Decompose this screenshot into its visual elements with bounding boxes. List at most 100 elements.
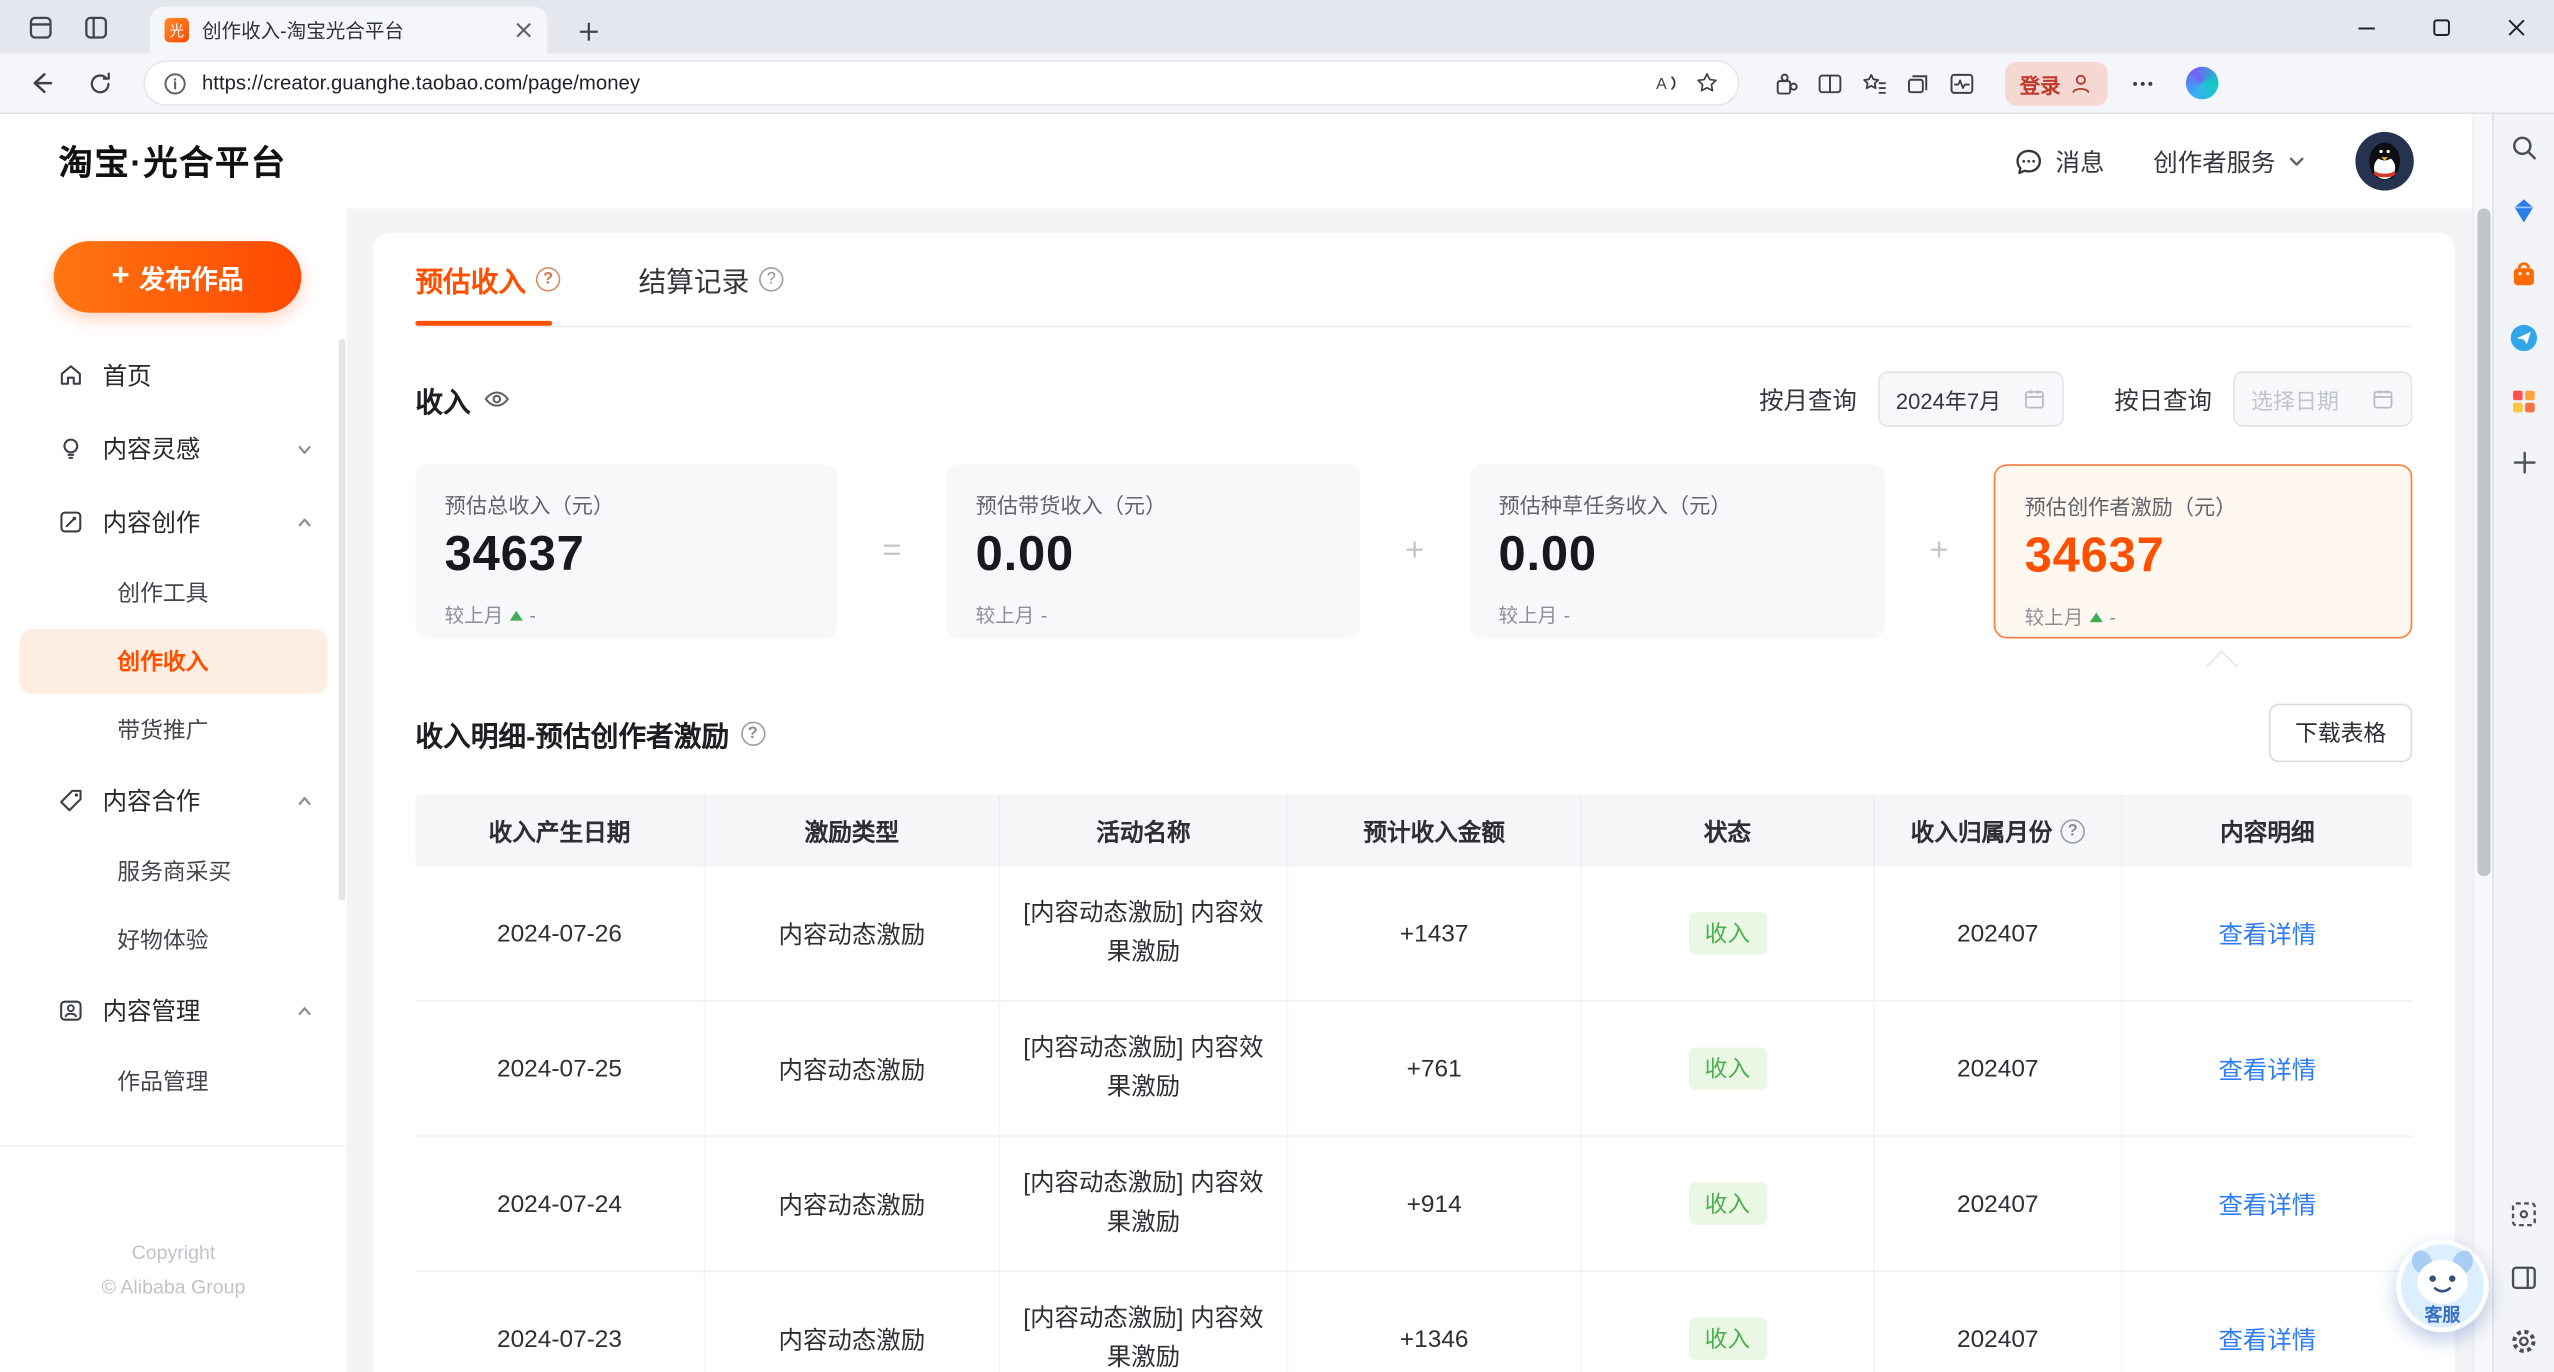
chevron-down-icon [298,445,311,454]
messages-button[interactable]: 消息 [2013,144,2104,178]
browser-tab[interactable]: 光 创作收入-淘宝光合平台 [149,6,548,54]
tag-icon [60,789,82,812]
sidebar-item-service-purchase[interactable]: 服务商采买 [0,837,347,905]
browser-window: 光 创作收入-淘宝光合平台 https://creator.guanghe.ta [0,0,2554,1372]
sidebar-item-content-management[interactable]: 内容管理 [0,974,347,1047]
login-label: 登录 [2019,74,2061,97]
help-icon[interactable] [535,267,561,292]
stat-card-creator-incentive[interactable]: 预估创作者激励（元） 34637 较上月 - [1993,464,2413,639]
up-arrow-icon [509,609,523,620]
view-details-link[interactable]: 查看详情 [2218,916,2316,950]
stat-card-total-income[interactable]: 预估总收入（元） 34637 较上月 - [415,464,838,639]
url-text: https://creator.guanghe.taobao.com/page/… [201,71,641,95]
screenshot-icon[interactable] [2508,1198,2539,1229]
sidebar-divider [0,1145,347,1147]
detail-section-title: 收入明细-预估创作者激励 [415,713,766,754]
back-icon[interactable] [16,62,65,104]
tab-estimated-income[interactable]: 预估收入 [415,233,561,326]
download-table-button[interactable]: 下载表格 [2268,703,2413,763]
sidebar-scrollbar[interactable] [338,338,346,901]
tab-title: 创作收入-淘宝光合平台 [201,19,404,43]
income-section-label: 收入 [415,379,511,420]
help-icon[interactable] [2060,818,2085,843]
settings-gear-icon[interactable] [2508,1325,2539,1356]
help-icon[interactable] [759,267,784,292]
apps-grid-icon[interactable] [2508,386,2539,417]
table-header-row: 收入产生日期 激励类型 活动名称 预计收入金额 状态 收入归属月份 内容明细 [415,794,2413,867]
copilot-icon[interactable] [2185,66,2219,100]
edit-icon [60,511,82,533]
split-screen-icon[interactable] [1816,69,1844,97]
col-header-content-detail: 内容明细 [2220,820,2315,847]
date-picker[interactable]: 选择日期 [2233,371,2413,427]
share-plane-icon[interactable] [2508,323,2539,354]
window-close-button[interactable] [2479,0,2554,54]
edge-sidebar [2492,114,2554,1372]
refresh-icon[interactable] [75,62,124,104]
sidebar-item-inspiration[interactable]: 内容灵感 [0,412,347,485]
split-view-icon[interactable] [2508,1262,2539,1293]
sidebar-item-commerce-promotion[interactable]: 带货推广 [0,696,347,764]
site-info-icon[interactable] [163,71,187,95]
help-icon[interactable] [740,720,766,746]
stat-cards-row: 预估总收入（元） 34637 较上月 - = 预估带货收入（元） 0.00 较上… [415,464,2413,683]
stat-card-commerce-income[interactable]: 预估带货收入（元） 0.00 较上月 - [946,464,1361,639]
status-badge: 收入 [1688,1182,1767,1225]
browser-essentials-icon[interactable] [1948,69,1976,97]
sidebar-item-works-management[interactable]: 作品管理 [0,1047,347,1115]
add-shortcut-icon[interactable] [2511,450,2537,476]
view-details-link[interactable]: 查看详情 [2218,1322,2316,1356]
window-minimize-button[interactable] [2329,0,2404,54]
tab-settlement-records[interactable]: 结算记录 [639,233,784,326]
read-aloud-icon[interactable]: A [1653,70,1679,96]
sidebar-item-content-creation[interactable]: 内容创作 [0,485,347,558]
vertical-tabs-icon[interactable] [72,6,121,48]
calendar-icon [2024,390,2044,409]
workspaces-icon[interactable] [16,6,65,48]
site-logo[interactable]: 淘宝·光合平台 [59,137,287,186]
month-picker[interactable]: 2024年7月 [1878,371,2064,427]
screenshot-stage: 光 创作收入-淘宝光合平台 https://creator.guanghe.ta [0,0,2554,1372]
page-scrollbar[interactable] [2472,114,2493,1372]
income-card: 预估收入 结算记录 收入 [373,232,2455,1372]
sidebar-item-creation-income[interactable]: 创作收入 [19,628,328,694]
favorite-star-icon[interactable] [1694,70,1720,96]
stat-card-seeding-task-income[interactable]: 预估种草任务收入（元） 0.00 较上月 - [1469,464,1885,639]
scrollbar-thumb[interactable] [2477,208,2491,877]
eye-icon[interactable] [482,384,511,413]
chevron-up-icon [298,796,311,805]
sidebar-item-content-cooperation[interactable]: 内容合作 [0,764,347,837]
sidebar-item-creation-tools[interactable]: 创作工具 [0,559,347,627]
search-icon[interactable] [2508,132,2539,163]
taobao-favorite-icon[interactable] [2508,259,2539,290]
more-menu-icon[interactable] [2118,62,2167,104]
address-bar[interactable]: https://creator.guanghe.taobao.com/page/… [143,60,1740,106]
sidebar-item-home[interactable]: 首页 [0,339,347,412]
shopping-icon[interactable] [2508,195,2539,226]
col-header-date: 收入产生日期 [415,794,706,867]
extensions-icon[interactable] [1772,69,1800,97]
avatar[interactable] [2355,131,2414,191]
site-favicon-icon: 光 [164,17,189,43]
main-content: 预估收入 结算记录 收入 [347,208,2473,1372]
view-details-link[interactable]: 查看详情 [2218,1187,2316,1221]
col-header-month: 收入归属月份 [1875,794,2123,867]
window-maximize-button[interactable] [2404,0,2479,54]
copyright-text: Copyright © Alibaba Group [101,1240,246,1298]
favorites-icon[interactable] [1860,69,1888,97]
creator-services-dropdown[interactable]: 创作者服务 [2153,144,2306,178]
publish-work-button[interactable]: 发布作品 [53,241,302,313]
tab-close-icon[interactable] [515,21,533,39]
chevron-up-icon [298,517,311,526]
collections-icon[interactable] [1904,69,1932,97]
sidebar-item-product-trial[interactable]: 好物体验 [0,906,347,974]
new-tab-button[interactable] [564,10,613,52]
profile-icon [2072,73,2090,93]
customer-service-widget[interactable]: 客服 [2396,1240,2489,1333]
view-details-link[interactable]: 查看详情 [2218,1051,2316,1085]
selected-card-caret [2205,650,2238,683]
table-row: 2024-07-24 内容动态激励 [内容动态激励] 内容效果激励 +914 收… [415,1136,2413,1273]
browser-login-button[interactable]: 登录 [2005,61,2108,106]
lightbulb-icon [63,438,79,459]
browser-tabstrip: 光 创作收入-淘宝光合平台 [0,0,2554,54]
